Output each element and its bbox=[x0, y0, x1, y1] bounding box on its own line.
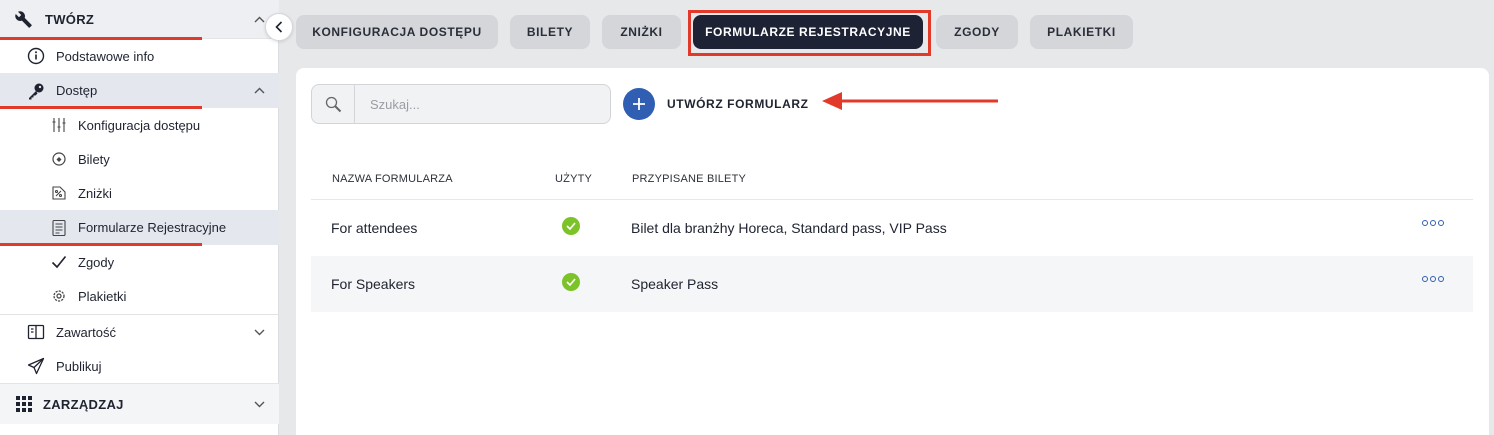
sidebar-section-manage-label: ZARZĄDZAJ bbox=[43, 396, 124, 412]
chevron-left-icon bbox=[275, 21, 283, 33]
tab-discounts[interactable]: ZNIŻKI bbox=[602, 15, 681, 49]
chevron-up-icon bbox=[253, 85, 265, 97]
send-icon bbox=[27, 357, 45, 375]
book-icon bbox=[27, 323, 45, 341]
assigned-tickets: Bilet dla branżhy Horeca, Standard pass,… bbox=[631, 220, 947, 236]
discount-icon bbox=[50, 184, 68, 202]
sidebar-item-label: Zniżki bbox=[78, 185, 112, 201]
sidebar-item-consents[interactable]: Zgody bbox=[0, 245, 279, 279]
sidebar-item-discounts[interactable]: Zniżki bbox=[0, 176, 279, 210]
form-name[interactable]: For Speakers bbox=[331, 276, 415, 292]
table-row[interactable]: For Speakers Speaker Pass bbox=[311, 256, 1473, 312]
sidebar-item-label: Dostęp bbox=[56, 83, 98, 98]
chevron-down-icon bbox=[253, 398, 265, 410]
column-header-used[interactable]: UŻYTY bbox=[555, 173, 592, 185]
sliders-icon bbox=[50, 116, 68, 134]
plus-icon bbox=[623, 88, 655, 120]
tab-consents[interactable]: ZGODY bbox=[936, 15, 1018, 49]
sidebar-item-label: Bilety bbox=[78, 151, 110, 167]
tab-tickets[interactable]: BILETY bbox=[510, 15, 590, 49]
form-icon bbox=[50, 219, 68, 237]
key-icon bbox=[27, 82, 45, 100]
annotation-underline bbox=[0, 106, 202, 109]
more-icon[interactable] bbox=[1422, 220, 1444, 226]
sidebar-section-manage[interactable]: ZARZĄDZAJ bbox=[0, 384, 279, 424]
gear-icon bbox=[50, 287, 68, 305]
sidebar-item-publish[interactable]: Publikuj bbox=[0, 349, 279, 383]
search-input[interactable] bbox=[356, 85, 610, 123]
chevron-up-icon bbox=[253, 13, 265, 25]
sidebar-item-badges[interactable]: Plakietki bbox=[0, 279, 279, 313]
wrench-icon bbox=[15, 10, 33, 28]
sidebar-section-create[interactable]: TWÓRZ bbox=[0, 0, 279, 38]
sidebar-item-label: Zawartość bbox=[56, 324, 116, 340]
assigned-tickets: Speaker Pass bbox=[631, 276, 719, 292]
form-name[interactable]: For attendees bbox=[331, 220, 417, 236]
search-box[interactable] bbox=[311, 84, 611, 124]
sidebar-item-basic-info[interactable]: Podstawowe info bbox=[0, 39, 279, 73]
sidebar-item-registration-forms[interactable]: Formularze Rejestracyjne bbox=[0, 210, 279, 245]
annotation-box bbox=[688, 10, 931, 56]
search-icon bbox=[312, 85, 355, 123]
chevron-down-icon bbox=[253, 326, 265, 338]
sidebar-collapse-button[interactable] bbox=[265, 13, 293, 41]
table-row[interactable]: For attendees Bilet dla branżhy Horeca, … bbox=[311, 200, 1473, 256]
sidebar-item-label: Zgody bbox=[78, 254, 115, 270]
annotation-arrow bbox=[822, 92, 998, 110]
create-form-button[interactable]: UTWÓRZ FORMULARZ bbox=[623, 88, 809, 120]
check-icon bbox=[562, 217, 580, 235]
sidebar: TWÓRZ Podstawowe info Dostęp Konfiguracj… bbox=[0, 0, 279, 435]
sidebar-item-access-config[interactable]: Konfiguracja dostępu bbox=[0, 108, 279, 142]
tab-access-config[interactable]: KONFIGURACJA DOSTĘPU bbox=[296, 15, 498, 49]
sidebar-item-tickets[interactable]: Bilety bbox=[0, 142, 279, 176]
sidebar-item-access[interactable]: Dostęp bbox=[0, 73, 279, 108]
sidebar-item-label: Publikuj bbox=[56, 358, 102, 374]
column-header-tickets[interactable]: PRZYPISANE BILETY bbox=[632, 173, 746, 185]
ticket-icon bbox=[50, 150, 68, 168]
column-header-name[interactable]: NAZWA FORMULARZA bbox=[332, 173, 453, 185]
sidebar-item-label: Formularze Rejestracyjne bbox=[78, 220, 227, 235]
create-form-label: UTWÓRZ FORMULARZ bbox=[667, 97, 809, 111]
tab-badges[interactable]: PLAKIETKI bbox=[1030, 15, 1133, 49]
annotation-underline bbox=[0, 243, 202, 246]
sidebar-item-content[interactable]: Zawartość bbox=[0, 315, 279, 349]
sidebar-item-label: Konfiguracja dostępu bbox=[78, 117, 201, 133]
annotation-underline bbox=[0, 37, 202, 40]
check-icon bbox=[50, 253, 68, 271]
sidebar-item-label: Plakietki bbox=[78, 288, 127, 304]
check-icon bbox=[562, 273, 580, 291]
sidebar-section-create-label: TWÓRZ bbox=[45, 11, 95, 27]
info-icon bbox=[27, 47, 45, 65]
sidebar-item-label: Podstawowe info bbox=[56, 48, 155, 64]
more-icon[interactable] bbox=[1422, 276, 1444, 282]
grid-icon bbox=[15, 395, 33, 413]
